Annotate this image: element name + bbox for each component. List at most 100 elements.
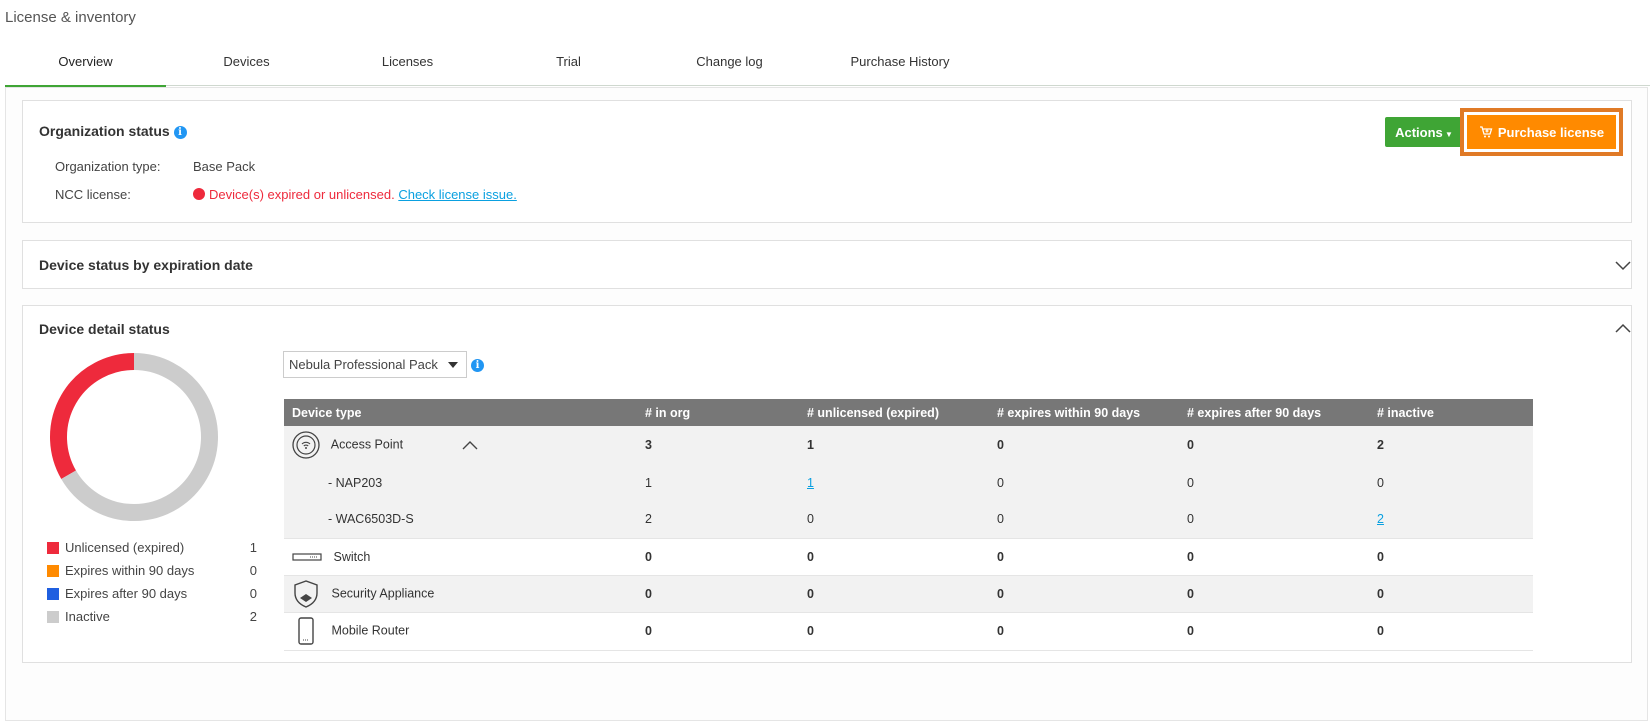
info-icon[interactable]: i (173, 125, 187, 139)
after-90-cell: 0 (1179, 612, 1369, 651)
inactive-count-link[interactable]: 2 (1377, 512, 1384, 526)
actions-button[interactable]: Actions ▼ (1385, 117, 1463, 147)
chevron-down-icon[interactable] (1615, 257, 1631, 273)
within-90-cell: 0 (989, 538, 1179, 576)
cart-icon (1479, 126, 1493, 138)
device-type-cell: Security Appliance (284, 575, 637, 613)
tab-devices[interactable]: Devices (166, 46, 327, 85)
unlicensed-cell: 0 (799, 575, 989, 613)
inactive-cell: 0 (1369, 575, 1533, 613)
column-header-inactive: # inactive (1369, 399, 1533, 426)
legend-swatch (47, 565, 59, 577)
table-row: Mobile Router 0 0 0 0 0 (284, 612, 1533, 651)
legend-count: 1 (249, 540, 257, 555)
unlicensed-cell: 0 (799, 501, 989, 539)
purchase-license-label: Purchase license (1497, 124, 1605, 140)
legend-label: Expires after 90 days (65, 586, 188, 601)
column-header-unlicensed: # unlicensed (expired) (799, 399, 989, 426)
table-row: Security Appliance 0 0 0 0 0 (284, 575, 1533, 613)
chevron-up-icon[interactable] (1615, 321, 1631, 337)
unlicensed-cell: 0 (799, 612, 989, 651)
tab-trial[interactable]: Trial (488, 46, 649, 85)
ncc-license-error: Device(s) expired or unlicensed. (209, 187, 395, 202)
organization-status-panel: Organization status i Actions ▼ Purchase… (22, 100, 1632, 223)
after-90-cell: 0 (1179, 426, 1369, 464)
table-row: Switch 0 0 0 0 0 (284, 538, 1533, 576)
after-90-cell: 0 (1179, 575, 1369, 613)
table-header-row: Device type # in org # unlicensed (expir… (284, 399, 1533, 426)
device-type-cell: Mobile Router (284, 612, 637, 651)
purchase-license-highlight: Purchase license (1460, 108, 1623, 156)
column-header-after-90: # expires after 90 days (1179, 399, 1369, 426)
legend-label: Inactive (65, 609, 110, 624)
security-appliance-shield-icon (294, 579, 318, 608)
caret-down-icon (448, 362, 458, 368)
table-row: - NAP203 1 1 0 0 0 (284, 464, 1533, 501)
after-90-cell: 0 (1179, 538, 1369, 576)
within-90-cell: 0 (989, 426, 1179, 464)
error-status-icon (193, 188, 205, 200)
legend-label: Unlicensed (expired) (65, 540, 185, 555)
device-type-cell: Access Point (284, 426, 637, 464)
switch-icon (292, 553, 322, 561)
device-type-cell: Switch (284, 538, 637, 576)
collapse-chevron-up-icon[interactable] (462, 440, 478, 450)
license-pack-value: Nebula Professional Pack (289, 357, 438, 372)
purchase-license-button[interactable]: Purchase license (1467, 115, 1616, 149)
legend-item-unlicensed: Unlicensed (expired) 1 (47, 540, 257, 558)
license-donut-chart (50, 353, 218, 521)
inactive-cell: 0 (1369, 612, 1533, 651)
device-type-name: Security Appliance (331, 585, 435, 600)
caret-down-icon: ▼ (1442, 129, 1453, 139)
legend-swatch (47, 611, 59, 623)
column-header-device-type: Device type (284, 399, 637, 426)
tab-bar: Overview Devices Licenses Trial Change l… (5, 46, 1650, 87)
legend-item-within-90: Expires within 90 days 0 (47, 563, 257, 581)
ncc-license-status: Device(s) expired or unlicensed. Check l… (193, 187, 517, 202)
inactive-cell: 2 (1369, 426, 1533, 464)
overview-content: Organization status i Actions ▼ Purchase… (5, 87, 1648, 721)
table-row: Access Point 3 1 0 0 2 (284, 426, 1533, 464)
info-icon[interactable]: i (471, 359, 484, 372)
organization-status-label: Organization status (39, 123, 170, 139)
in-org-cell: 0 (637, 538, 799, 576)
within-90-cell: 0 (989, 612, 1179, 651)
inactive-cell: 0 (1369, 464, 1533, 501)
tab-change-log[interactable]: Change log (649, 46, 810, 85)
device-model-cell: - WAC6503D-S (284, 501, 637, 539)
device-detail-title: Device detail status (39, 321, 170, 337)
within-90-cell: 0 (989, 575, 1179, 613)
access-point-icon (292, 431, 320, 459)
organization-type-value: Base Pack (193, 159, 256, 174)
legend-item-inactive: Inactive 2 (47, 609, 257, 627)
column-header-within-90: # expires within 90 days (989, 399, 1179, 426)
tab-purchase-history[interactable]: Purchase History (810, 46, 990, 85)
within-90-cell: 0 (989, 501, 1179, 539)
in-org-cell: 1 (637, 464, 799, 501)
organization-status-title: Organization status i (39, 123, 187, 139)
inactive-cell: 0 (1369, 538, 1533, 576)
tab-overview[interactable]: Overview (5, 46, 166, 87)
device-detail-table: Device type # in org # unlicensed (expir… (284, 399, 1533, 651)
after-90-cell: 0 (1179, 501, 1369, 539)
check-license-issue-link[interactable]: Check license issue. (398, 187, 517, 202)
legend-count: 0 (249, 586, 257, 601)
legend-count: 2 (249, 609, 257, 624)
table-row: - WAC6503D-S 2 0 0 0 2 (284, 501, 1533, 539)
device-type-name: Mobile Router (331, 623, 410, 638)
in-org-cell: 0 (637, 612, 799, 651)
unlicensed-count-link[interactable]: 1 (807, 476, 814, 490)
mobile-router-phone-icon (298, 617, 314, 645)
expiration-status-panel[interactable]: Device status by expiration date (22, 240, 1632, 289)
after-90-cell: 0 (1179, 464, 1369, 501)
page-title: License & inventory (5, 9, 136, 26)
in-org-cell: 2 (637, 501, 799, 539)
license-pack-select[interactable]: Nebula Professional Pack (283, 351, 467, 378)
donut-slice-unlicensed-expired (50, 353, 135, 479)
within-90-cell: 0 (989, 464, 1179, 501)
tab-licenses[interactable]: Licenses (327, 46, 488, 85)
organization-type-label: Organization type: (55, 159, 161, 174)
device-type-name: Access Point (330, 437, 404, 452)
device-detail-panel: Device detail status Unlicensed (expired… (22, 305, 1632, 663)
column-header-in-org: # in org (637, 399, 799, 426)
